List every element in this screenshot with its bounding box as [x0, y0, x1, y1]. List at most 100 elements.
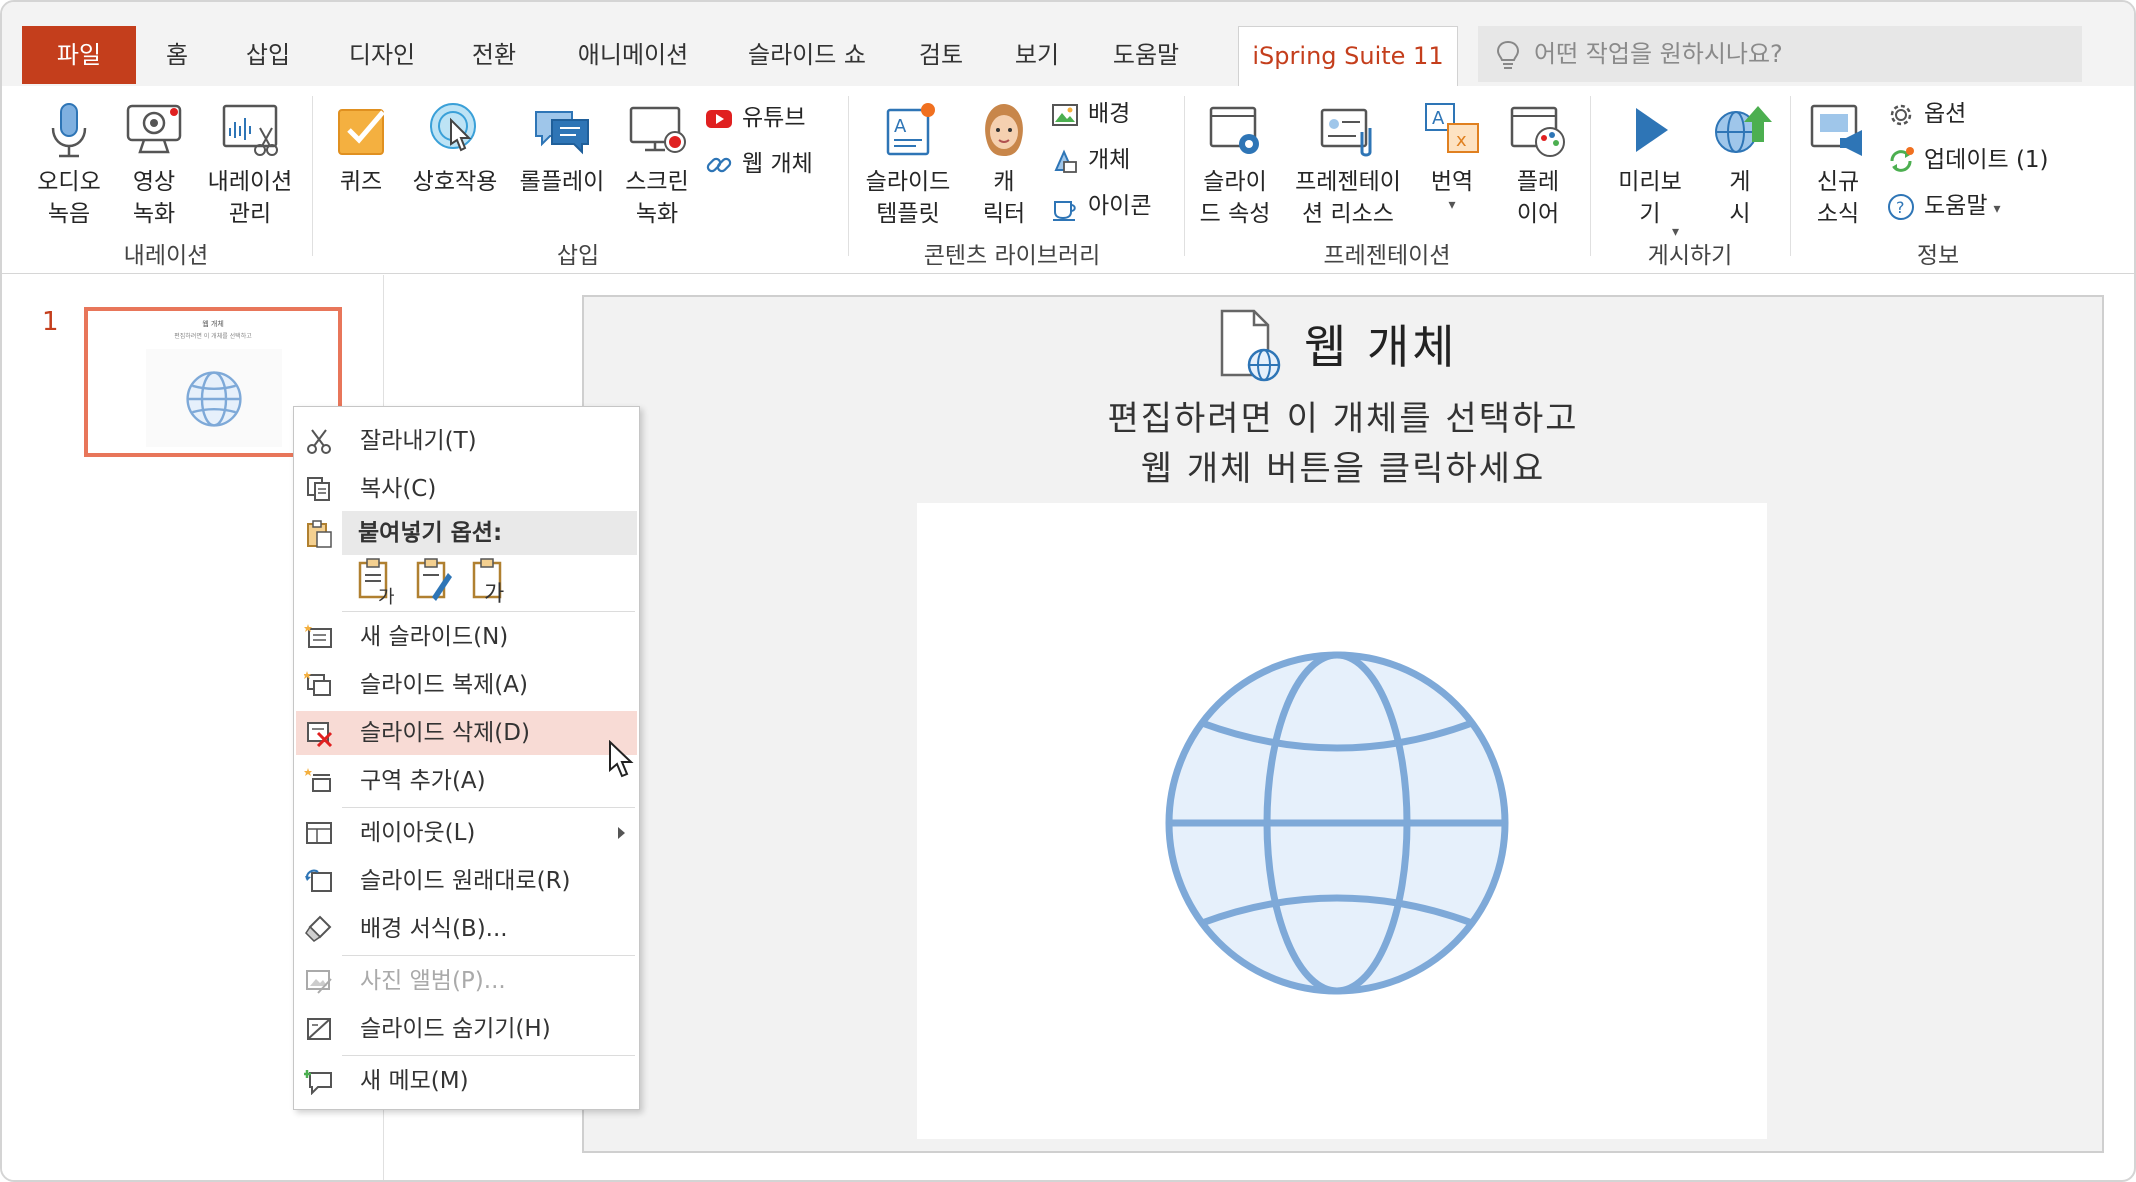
tab-transitions[interactable]: 전환	[454, 26, 534, 84]
publish-button[interactable]: 게 시	[1704, 98, 1776, 230]
group-label-info: 정보	[1916, 243, 1960, 269]
object-button[interactable]: 개체	[1050, 140, 1130, 180]
screen-record-icon	[629, 106, 686, 153]
roleplay-button[interactable]: 롤플레이	[512, 98, 612, 198]
help-question-icon: ?	[1888, 193, 1914, 220]
web-object-document-icon	[1220, 309, 1281, 382]
tab-slideshow[interactable]: 슬라이드 쇼	[732, 26, 882, 84]
tell-me-box[interactable]	[1478, 26, 2082, 82]
reset-slide-icon	[305, 869, 332, 892]
menu-separator	[342, 1055, 635, 1056]
player-button[interactable]: 플레 이어	[1498, 98, 1578, 230]
news-megaphone-icon	[1810, 104, 1862, 156]
character-button[interactable]: 캐 릭터	[966, 98, 1042, 230]
background-button[interactable]: 배경	[1050, 94, 1130, 134]
translate-dropdown-arrow[interactable]: ▾	[1416, 198, 1488, 212]
copy-icon	[307, 477, 330, 501]
slide-properties-button[interactable]: 슬라이 드 속성	[1192, 98, 1278, 230]
paste-keep-source-formatting-icon[interactable]: 가	[356, 557, 398, 605]
hide-slide-icon	[307, 1018, 331, 1040]
tab-view[interactable]: 보기	[1002, 26, 1072, 84]
presentation-resources-button[interactable]: 프레젠테이 션 리소스	[1286, 98, 1410, 230]
tab-file[interactable]: 파일	[22, 26, 136, 84]
tab-help[interactable]: 도움말	[1098, 26, 1194, 84]
group-separator	[312, 96, 313, 256]
update-button[interactable]: 업데이트 (1)	[1886, 140, 2049, 180]
menu-item-layout[interactable]: 레이아웃(L)	[296, 811, 637, 855]
delete-slide-icon	[307, 722, 333, 747]
record-video-button[interactable]: 영상 녹화	[116, 98, 192, 230]
manage-narration-button[interactable]: 내레이션 관리	[198, 98, 302, 230]
photo-album-icon	[306, 970, 332, 994]
tab-review[interactable]: 검토	[906, 26, 976, 84]
menu-item-copy[interactable]: 복사(C)	[296, 467, 637, 511]
menu-item-label: 슬라이드 원래대로(R)	[360, 868, 571, 894]
tab-animations[interactable]: 애니메이션	[558, 26, 708, 84]
icons-cup-icon	[1053, 200, 1076, 221]
menu-item-cut[interactable]: 잘라내기(T)	[296, 419, 637, 463]
options-button[interactable]: 옵션	[1886, 94, 1966, 134]
tab-home[interactable]: 홈	[150, 26, 204, 84]
player-label: 플레 이어	[1516, 169, 1560, 227]
translate-label: 번역	[1430, 169, 1474, 195]
link-icon	[706, 157, 732, 172]
svg-text:?: ?	[1896, 198, 1905, 217]
quiz-label: 퀴즈	[339, 169, 383, 195]
group-label-content-library: 콘텐츠 라이브러리	[923, 243, 1101, 269]
webcam-icon	[126, 104, 182, 154]
update-label: 업데이트 (1)	[1924, 147, 2049, 173]
menu-item-new-comment[interactable]: 새 메모(M)	[296, 1059, 637, 1103]
play-preview-icon	[1636, 108, 1668, 152]
new-comment-icon	[304, 1070, 332, 1095]
publish-label: 게 시	[1729, 169, 1751, 227]
menu-item-label: 새 메모(M)	[360, 1068, 469, 1094]
record-video-label: 영상 녹화	[132, 169, 176, 227]
menu-item-label: 배경 서식(B)...	[360, 916, 508, 942]
placeholder-title: 웹 개체	[1304, 320, 1458, 374]
character-face-icon	[985, 104, 1023, 156]
preview-button[interactable]: 미리보 기 ▾	[1602, 98, 1698, 240]
record-audio-button[interactable]: 오디오 녹음	[28, 98, 110, 230]
help-button[interactable]: ? 도움말 ▾	[1886, 186, 2001, 226]
slide-canvas[interactable]: 웹 개체 편집하려면 이 개체를 선택하고 웹 개체 버튼을 클릭하세요	[582, 295, 2104, 1153]
menu-item-format-background[interactable]: 배경 서식(B)...	[296, 907, 637, 951]
menu-item-new-slide[interactable]: 새 슬라이드(N)	[296, 615, 637, 659]
web-object-button[interactable]: 웹 개체	[704, 144, 813, 184]
group-label-presentation: 프레젠테이션	[1323, 243, 1451, 269]
tab-ispring-suite[interactable]: iSpring Suite 11	[1238, 26, 1458, 86]
thumbnail-web-object	[146, 349, 282, 447]
web-object-placeholder[interactable]	[917, 503, 1767, 1139]
icons-button[interactable]: 아이콘	[1050, 186, 1151, 226]
player-palette-icon	[1510, 106, 1565, 157]
help-dropdown-arrow[interactable]: ▾	[1993, 201, 2000, 217]
quiz-button[interactable]: 퀴즈	[328, 98, 394, 198]
group-label-publish: 게시하기	[1647, 243, 1733, 269]
menu-item-duplicate-slide[interactable]: 슬라이드 복제(A)	[296, 663, 637, 707]
paste-keep-text-only-icon[interactable]: 가	[470, 557, 512, 605]
slide-templates-label: 슬라이드 템플릿	[865, 169, 951, 227]
help-label: 도움말	[1924, 193, 1988, 219]
slide-templates-button[interactable]: A 슬라이드 템플릿	[856, 98, 960, 230]
news-button[interactable]: 신규 소식	[1802, 98, 1874, 230]
duplicate-slide-icon	[304, 671, 331, 696]
narration-editor-icon	[222, 104, 278, 156]
menu-item-delete-slide[interactable]: 슬라이드 삭제(D)	[296, 711, 637, 755]
tab-insert[interactable]: 삽입	[228, 26, 308, 84]
options-label: 옵션	[1924, 101, 1967, 127]
paste-use-destination-theme-icon[interactable]	[414, 557, 456, 605]
group-label-insert: 삽입	[556, 243, 600, 269]
menu-item-reset-slide[interactable]: 슬라이드 원래대로(R)	[296, 859, 637, 903]
youtube-label: 유튜브	[742, 105, 806, 131]
menu-separator	[342, 955, 635, 956]
translate-button[interactable]: A x 번역 ▾	[1416, 98, 1488, 212]
news-label: 신규 소식	[1816, 169, 1860, 227]
tell-me-input[interactable]	[1534, 34, 2054, 74]
slide-properties-icon	[1209, 106, 1259, 154]
gear-icon	[1890, 104, 1912, 125]
screen-record-button[interactable]: 스크린 녹화	[616, 98, 698, 230]
menu-item-add-section[interactable]: 구역 추가(A)	[296, 759, 637, 803]
youtube-button[interactable]: 유튜브	[704, 98, 805, 138]
menu-item-hide-slide[interactable]: 슬라이드 숨기기(H)	[296, 1007, 637, 1051]
interaction-button[interactable]: 상호작용	[402, 98, 508, 198]
tab-design[interactable]: 디자인	[332, 26, 432, 84]
